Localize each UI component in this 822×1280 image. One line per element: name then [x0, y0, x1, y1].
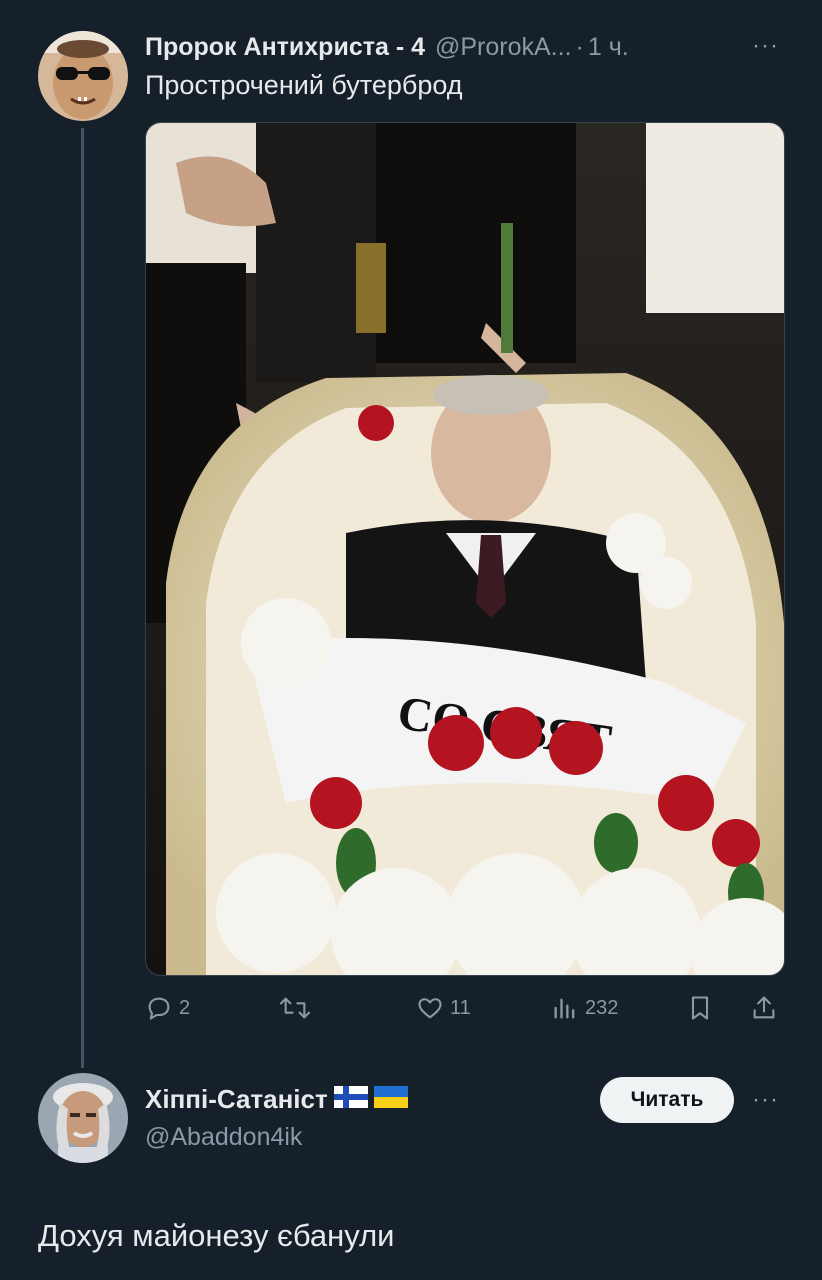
- repost-icon: [279, 997, 311, 1019]
- avatar-image: [38, 1073, 128, 1163]
- reply-author-header: Хіппі-Сатаніст @Abaddon4ik: [145, 1084, 408, 1152]
- share-icon: [753, 996, 775, 1019]
- tweet-media-image[interactable]: СО СВЯТ: [145, 122, 785, 976]
- analytics-icon: [554, 998, 575, 1019]
- avatar-image: [38, 31, 128, 121]
- reply-author-name[interactable]: Хіппі-Сатаніст: [145, 1084, 328, 1115]
- reply-icon: [148, 997, 170, 1020]
- bookmark-icon: [691, 996, 709, 1020]
- reply-author-avatar[interactable]: [38, 1073, 128, 1163]
- reply-action[interactable]: 2: [145, 994, 190, 1022]
- funeral-photo: СО СВЯТ: [146, 123, 784, 975]
- views-count: 232: [585, 996, 619, 1019]
- reply-author-name-row: Хіппі-Сатаніст: [145, 1084, 408, 1115]
- author-handle[interactable]: @ProrokA...: [435, 33, 572, 62]
- more-options-icon[interactable]: ···: [752, 32, 779, 60]
- tweet-time[interactable]: 1 ч.: [588, 33, 629, 62]
- repost-action[interactable]: [278, 994, 318, 1022]
- reply-text: Дохуя майонезу єбанули: [38, 1218, 395, 1253]
- author-name[interactable]: Пророк Антихриста - 4: [145, 33, 425, 62]
- separator-dot: ·: [575, 32, 584, 61]
- share-action[interactable]: [750, 994, 778, 1022]
- tweet-header: Пророк Антихриста - 4 @ProrokA... · 1 ч.: [145, 30, 629, 64]
- views-action[interactable]: 232: [551, 994, 618, 1022]
- like-count: 11: [450, 996, 471, 1019]
- bookmark-action[interactable]: [686, 994, 714, 1022]
- tweet-text: Прострочений бутерброд: [145, 70, 463, 100]
- thread-connector-line: [81, 128, 84, 1068]
- reply-count: 2: [179, 996, 191, 1019]
- flag-finland-icon: [333, 1084, 368, 1115]
- reply-author-handle[interactable]: @Abaddon4ik: [145, 1123, 408, 1152]
- heart-icon: [418, 998, 442, 1019]
- author-avatar[interactable]: [38, 31, 128, 121]
- tweet-actions-bar: 2 11 232: [0, 990, 822, 1030]
- flag-ukraine-icon: [373, 1084, 408, 1115]
- like-action[interactable]: 11: [416, 994, 471, 1022]
- more-options-icon[interactable]: ···: [752, 1086, 779, 1114]
- follow-button[interactable]: Читать: [600, 1077, 734, 1123]
